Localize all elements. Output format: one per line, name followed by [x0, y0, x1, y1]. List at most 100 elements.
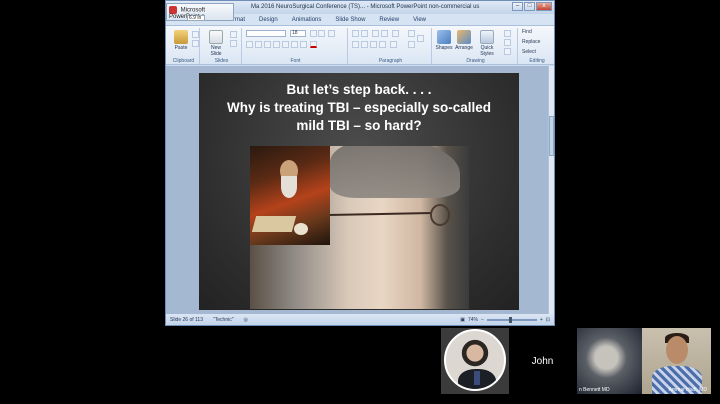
bullets-icon[interactable]	[352, 30, 359, 37]
window-controls: – □ x	[512, 2, 552, 11]
slide-counter: Slide 26 of 113	[170, 316, 203, 323]
shape-effects-icon[interactable]	[504, 48, 511, 55]
zoom-out-icon[interactable]: −	[481, 317, 484, 323]
find-button[interactable]: Find	[522, 29, 532, 35]
shapes-button[interactable]: Shapes	[434, 30, 454, 51]
slide-title-line-2: Why is treating TBI – especially so-call…	[226, 100, 492, 115]
zoom-slider[interactable]	[486, 316, 537, 323]
char-spacing-icon[interactable]	[291, 41, 298, 48]
increase-indent-icon[interactable]	[381, 30, 388, 37]
group-label-paragraph: Paragraph	[378, 58, 403, 64]
copy-icon[interactable]	[192, 40, 199, 47]
spell-check-icon[interactable]: ◎	[244, 317, 248, 323]
painting-image[interactable]	[250, 146, 330, 245]
layout-icon[interactable]	[230, 31, 237, 38]
normal-view-icon[interactable]: ▣	[460, 317, 465, 323]
zoom-in-icon[interactable]: +	[540, 317, 543, 323]
group-label-editing: Editing	[529, 58, 545, 64]
slide-canvas[interactable]: But let’s step back. . . . Why is treati…	[199, 73, 519, 310]
paste-button[interactable]: Paste	[171, 30, 191, 51]
clear-format-icon[interactable]	[328, 30, 335, 37]
participant-name: John	[531, 355, 554, 367]
slide-title-line-3: mild TBI – so hard?	[296, 118, 422, 133]
shapes-icon	[437, 30, 451, 44]
participant-tile-4[interactable]: Ammar Hadi, MD	[642, 328, 711, 394]
line-spacing-icon[interactable]	[392, 30, 399, 37]
group-label-font: Font	[290, 58, 301, 64]
participant-face	[666, 336, 688, 364]
change-case-icon[interactable]	[300, 41, 307, 48]
slide-title-line-1: But let’s step back. . . .	[286, 82, 432, 97]
group-font: 18 Font	[244, 28, 348, 64]
group-drawing: Shapes Arrange Quick Styles Drawing	[434, 28, 518, 64]
font-size-combo[interactable]: 18	[290, 30, 306, 37]
group-label-clipboard: Clipboard	[172, 58, 195, 64]
scrollbar-thumb[interactable]	[549, 116, 554, 156]
replace-button[interactable]: Replace	[522, 39, 540, 45]
participant-tile-1[interactable]	[441, 328, 509, 394]
participant-label: Ammar Hadi, MD	[668, 387, 707, 393]
participant-tile-3[interactable]: n Bennett MD	[577, 328, 642, 394]
underline-icon[interactable]	[264, 41, 271, 48]
select-button[interactable]: Select	[522, 49, 536, 55]
group-clipboard: Paste Clipboard	[168, 28, 200, 64]
zoom-level[interactable]: 74%	[468, 317, 478, 323]
tab-review[interactable]: Review	[379, 17, 399, 23]
group-label-slides: Slides	[214, 58, 229, 64]
quick-styles-button[interactable]: Quick Styles	[475, 30, 499, 57]
video-call-stage: Ma 2016 NeuroSurgical Conference (TS)...…	[0, 0, 720, 404]
tab-slide-show[interactable]: Slide Show	[335, 17, 365, 23]
slide-title[interactable]: But let’s step back. . . . Why is treati…	[199, 81, 519, 135]
powerpoint-window: Ma 2016 NeuroSurgical Conference (TS)...…	[165, 0, 555, 326]
powerpoint-icon	[169, 6, 177, 14]
portrait-photo[interactable]	[250, 146, 469, 309]
tab-design[interactable]: Design	[259, 17, 278, 23]
font-color-icon[interactable]	[310, 41, 317, 48]
participant-tile-2[interactable]: John	[510, 328, 575, 394]
reset-icon[interactable]	[230, 40, 237, 47]
group-slides: New Slide Slides	[202, 28, 242, 64]
maximize-button[interactable]: □	[524, 2, 535, 11]
decrease-indent-icon[interactable]	[372, 30, 379, 37]
grow-font-icon[interactable]	[310, 30, 317, 37]
tab-view[interactable]: View	[413, 17, 426, 23]
cut-icon[interactable]	[192, 31, 199, 38]
strikethrough-icon[interactable]	[273, 41, 280, 48]
text-direction-icon[interactable]	[408, 30, 415, 37]
shape-outline-icon[interactable]	[504, 39, 511, 46]
window-title: Ma 2016 NeuroSurgical Conference (TS)...…	[251, 4, 480, 10]
new-slide-button[interactable]: New Slide	[206, 30, 226, 57]
align-right-icon[interactable]	[370, 41, 377, 48]
close-button[interactable]: x	[536, 2, 552, 11]
fit-to-window-icon[interactable]: ⊡	[546, 317, 550, 323]
portrait-hair	[330, 146, 460, 198]
zoom-controls: ▣ 74% − + ⊡	[460, 316, 550, 323]
participant-label: n Bennett MD	[579, 387, 610, 393]
smartart-icon[interactable]	[417, 35, 424, 42]
glasses-shape	[328, 204, 450, 226]
bold-icon[interactable]	[246, 41, 253, 48]
numbering-icon[interactable]	[361, 30, 368, 37]
align-text-icon[interactable]	[408, 41, 415, 48]
font-name-combo[interactable]	[246, 30, 286, 37]
align-left-icon[interactable]	[352, 41, 359, 48]
shrink-font-icon[interactable]	[318, 30, 325, 37]
slide-workspace: But let’s step back. . . . Why is treati…	[166, 66, 554, 314]
columns-icon[interactable]	[390, 41, 397, 48]
group-paragraph: Paragraph	[350, 28, 432, 64]
shadow-icon[interactable]	[282, 41, 289, 48]
italic-icon[interactable]	[255, 41, 262, 48]
popup-zoom-field[interactable]: 6.9 in	[187, 15, 205, 21]
arrange-icon	[457, 30, 471, 44]
taskbar-preview-popup[interactable]: Microsoft PowerPoint n 6.9 in	[166, 3, 234, 21]
ribbon: Paste Clipboard New Slide Slides 18 Font…	[166, 25, 554, 65]
group-label-drawing: Drawing	[466, 58, 485, 64]
align-center-icon[interactable]	[361, 41, 368, 48]
painting-book	[251, 216, 297, 232]
arrange-button[interactable]: Arrange	[454, 30, 474, 51]
shape-fill-icon[interactable]	[504, 30, 511, 37]
justify-icon[interactable]	[379, 41, 386, 48]
vertical-scrollbar[interactable]	[548, 66, 554, 314]
tab-animations[interactable]: Animations	[292, 17, 322, 23]
minimize-button[interactable]: –	[512, 2, 523, 11]
